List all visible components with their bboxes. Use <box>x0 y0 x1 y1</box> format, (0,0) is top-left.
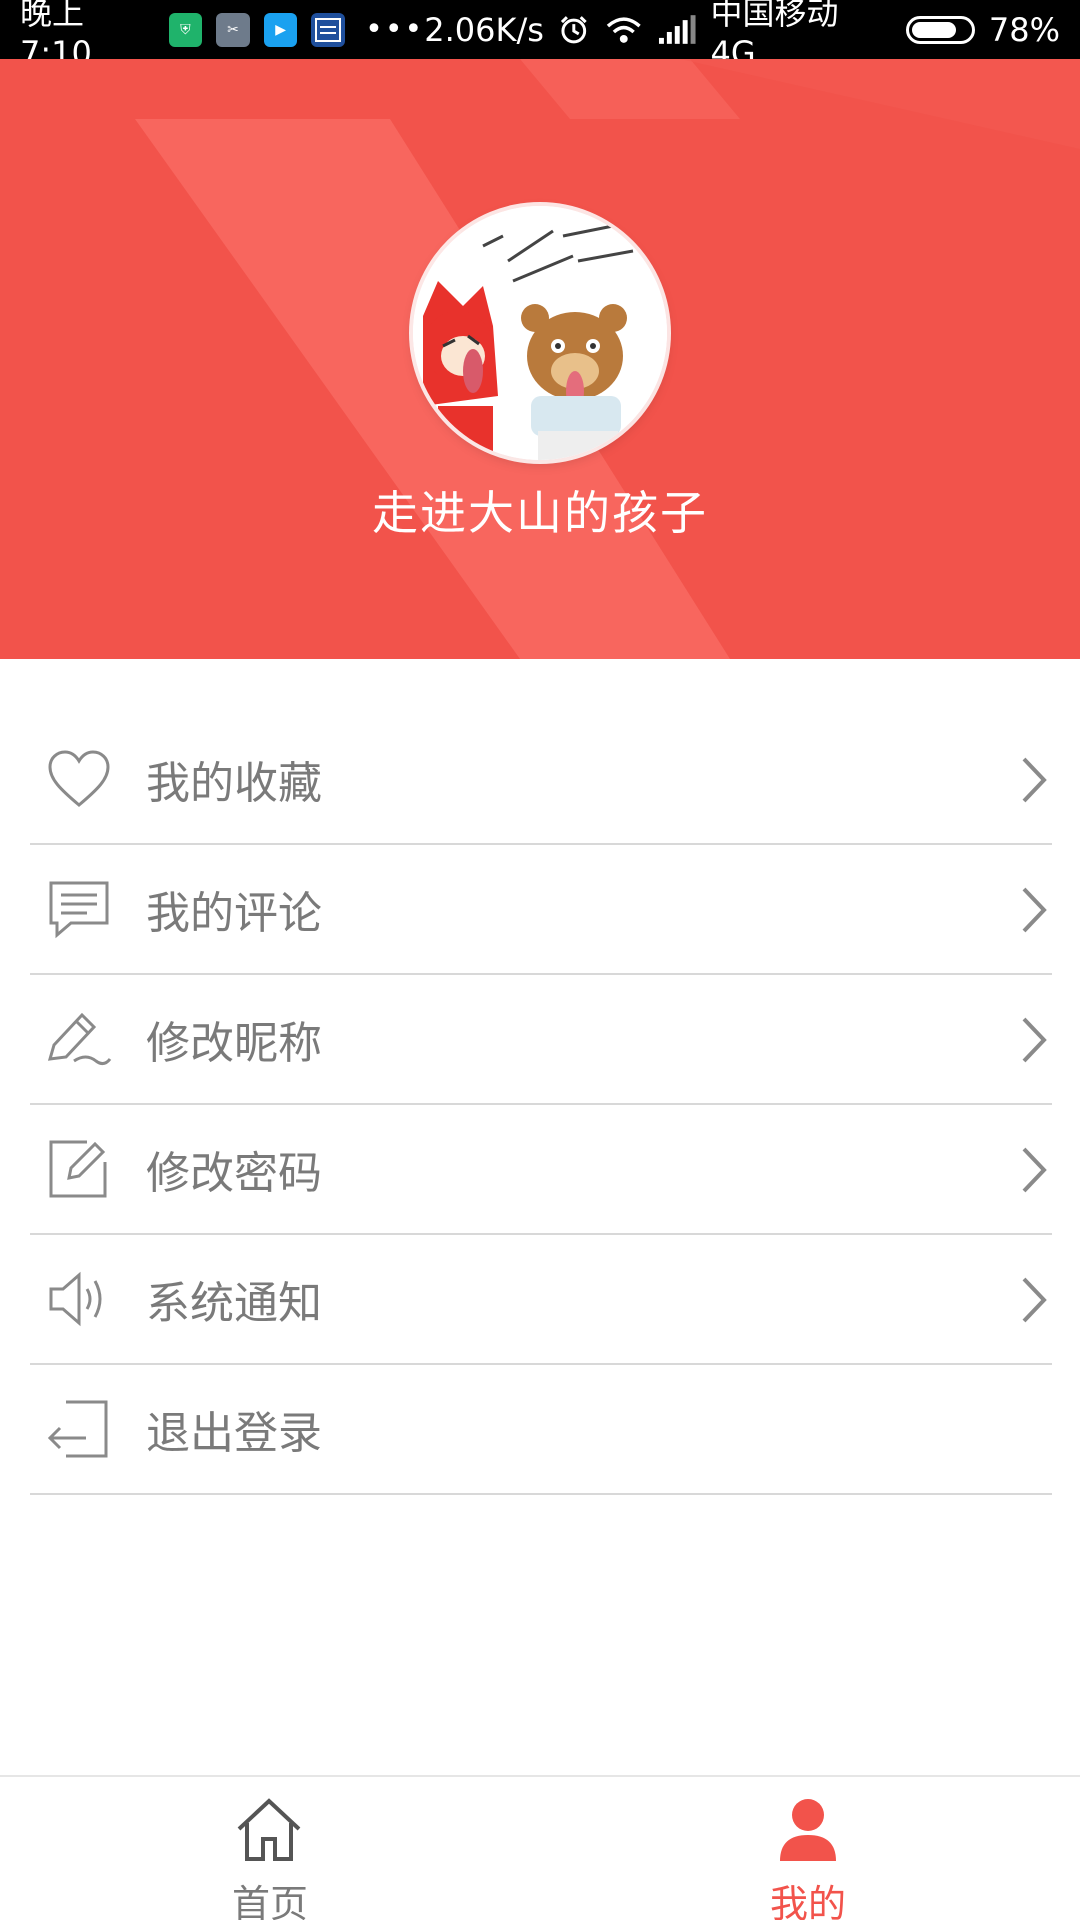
menu-item-label: 系统通知 <box>146 1278 322 1329</box>
tab-mine[interactable]: 我的 <box>540 1777 1080 1920</box>
alarm-icon <box>560 15 587 43</box>
scissors-app-icon: ✂ <box>216 12 250 47</box>
speaker-icon <box>44 1264 114 1334</box>
profile-menu: 我的收藏 我的评论 修改昵称 修改密码 系统通知 退出登录 <box>30 715 1052 1495</box>
battery-fill <box>911 21 957 38</box>
chevron-right-icon <box>1022 887 1047 933</box>
chevron-right-icon <box>1022 1277 1047 1323</box>
menu-item-label: 修改昵称 <box>146 1018 322 1069</box>
menu-item-comments[interactable]: 我的评论 <box>30 845 1052 975</box>
comment-icon <box>44 874 114 944</box>
logout-icon <box>44 1394 114 1464</box>
net-speed: 2.06K/s <box>424 10 544 49</box>
profile-screen: 晚上7:10 ⛨ ✂ ▶ ••• 2.06K/s 中国移动 4G 78% 走进大… <box>0 0 1080 1920</box>
edit-square-icon <box>44 1134 114 1204</box>
menu-item-change-password[interactable]: 修改密码 <box>30 1105 1052 1235</box>
avatar-cartoon-image <box>413 206 667 460</box>
menu-item-change-nickname[interactable]: 修改昵称 <box>30 975 1052 1105</box>
menu-item-label: 我的收藏 <box>146 758 322 809</box>
menu-item-label: 退出登录 <box>146 1408 322 1459</box>
chevron-right-icon <box>1022 1147 1047 1193</box>
username: 走进大山的孩子 <box>372 486 708 540</box>
menu-item-notifications[interactable]: 系统通知 <box>30 1235 1052 1365</box>
tab-home[interactable]: 首页 <box>0 1777 540 1920</box>
profile-header: 走进大山的孩子 <box>0 59 1080 659</box>
chevron-right-icon <box>1022 1017 1047 1063</box>
menu-item-favorites[interactable]: 我的收藏 <box>30 715 1052 845</box>
menu-item-label: 我的评论 <box>146 888 322 939</box>
more-notifications: ••• <box>365 12 425 47</box>
status-bar: 晚上7:10 ⛨ ✂ ▶ ••• 2.06K/s 中国移动 4G 78% <box>0 0 1080 72</box>
avatar[interactable] <box>413 206 667 460</box>
tab-home-label: 首页 <box>232 1882 309 1920</box>
battery-percent: 78% <box>988 10 1060 49</box>
video-app-icon: ▶ <box>263 12 298 47</box>
menu-item-label: 修改密码 <box>146 1148 322 1199</box>
heart-icon <box>44 744 114 814</box>
wifi-icon <box>606 16 641 43</box>
bottom-tab-bar: 首页 我的 <box>0 1775 1080 1920</box>
shield-app-icon: ⛨ <box>168 12 203 47</box>
tab-mine-label: 我的 <box>770 1882 847 1920</box>
signal-icon <box>658 14 696 44</box>
battery-icon <box>905 15 975 44</box>
home-icon <box>237 1798 301 1861</box>
chevron-right-icon <box>1022 757 1047 803</box>
news-app-icon <box>311 12 346 47</box>
menu-item-logout[interactable]: 退出登录 <box>30 1365 1052 1495</box>
person-icon <box>780 1799 836 1861</box>
pencil-icon <box>44 1004 114 1074</box>
